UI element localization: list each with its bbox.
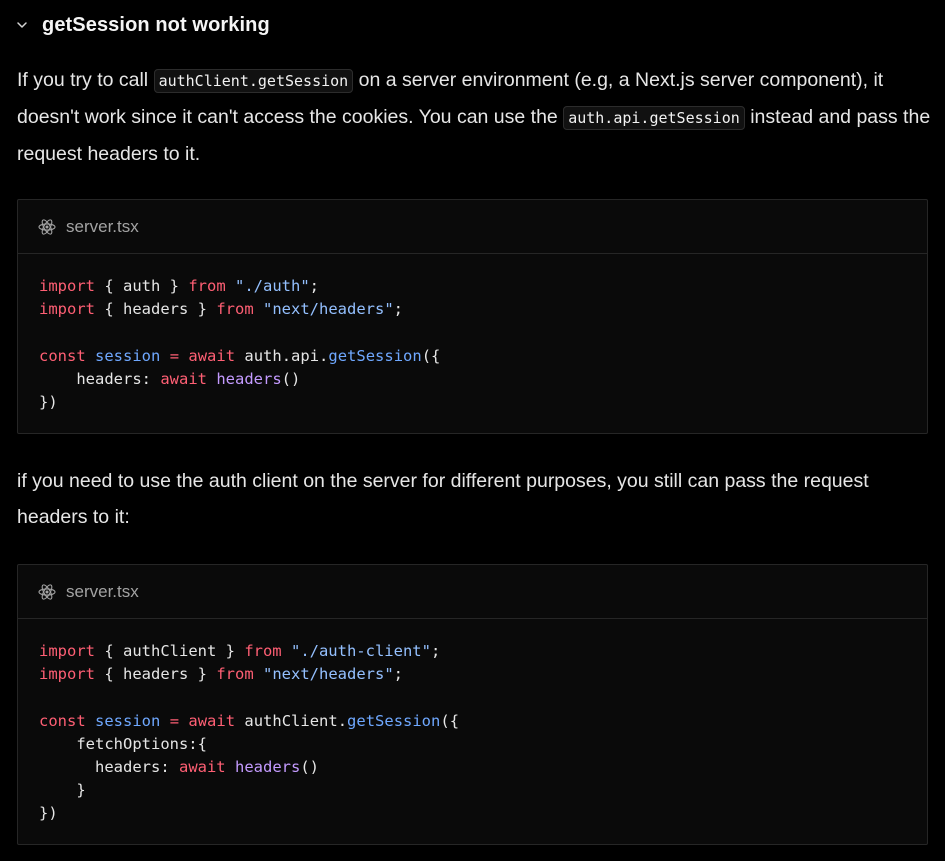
section-toggle[interactable]: getSession not working (14, 9, 270, 41)
code-token: headers (216, 369, 282, 388)
code-token: () (281, 369, 301, 388)
inline-code-auth-api-get-session: auth.api.getSession (563, 106, 745, 130)
code-token: { headers } (95, 665, 217, 684)
code-line: }) (39, 391, 927, 414)
code-token: await (178, 757, 226, 776)
code-token: fetchOptions:{ (39, 734, 207, 753)
code-content: import { authClient } from "./auth-clien… (18, 619, 927, 826)
code-content: import { auth } from "./auth"; import { h… (18, 254, 927, 414)
code-token: getSession (328, 346, 422, 365)
code-token: auth.api. (235, 346, 329, 365)
code-token: await (188, 346, 236, 365)
para1-text-1: If you try to call (17, 69, 154, 91)
code-token: authClient. (235, 711, 348, 730)
code-token: ; (309, 277, 319, 295)
code-block-header: server.tsx (18, 565, 927, 619)
code-token: ; (430, 642, 441, 660)
code-token: from (216, 665, 254, 684)
react-icon (37, 217, 57, 237)
code-token: { headers } (95, 300, 217, 319)
code-line: import { headers } from "next/headers"; (39, 663, 927, 686)
code-token: from (216, 300, 254, 319)
code-token: }) (39, 804, 58, 823)
code-block-header: server.tsx (18, 200, 927, 254)
code-token: } (39, 781, 86, 800)
code-line: import { authClient } from "./auth-clien… (39, 640, 927, 663)
code-token: () (300, 757, 319, 776)
code-token: await (160, 369, 207, 388)
code-token: session (95, 711, 161, 730)
code-line: import { headers } from "next/headers"; (39, 298, 927, 321)
code-filename: server.tsx (66, 581, 139, 601)
code-filename: server.tsx (66, 216, 139, 236)
code-line: headers: await headers() (39, 756, 927, 779)
section-title: getSession not working (42, 13, 270, 36)
code-token: "./auth" (235, 277, 310, 295)
code-token: import (39, 277, 95, 295)
code-token: const (39, 346, 86, 365)
code-token: headers: (39, 369, 161, 388)
code-token: }) (39, 392, 58, 411)
code-token: { auth } (95, 277, 189, 295)
code-token: = (169, 346, 180, 365)
code-line: headers: await headers() (39, 368, 927, 391)
code-token: ; (393, 300, 403, 319)
code-token: from (188, 277, 226, 295)
code-line: const session = await authClient.getSess… (39, 710, 927, 733)
code-token: ({ (421, 346, 441, 365)
code-token: session (95, 346, 161, 365)
code-token: "next/headers" (263, 300, 394, 319)
code-token: const (39, 711, 86, 730)
intro-paragraph: If you try to call authClient.getSession… (17, 62, 932, 172)
code-token: "./auth-client" (290, 642, 431, 660)
code-token: ; (393, 665, 403, 684)
code-block-server-auth-client: server.tsx import { authClient } from ".… (17, 564, 928, 845)
code-token: = (169, 711, 180, 730)
code-token: getSession (347, 711, 441, 730)
code-token: { authClient } (95, 642, 245, 660)
code-line: }) (39, 802, 927, 825)
code-token: import (39, 665, 95, 684)
code-line: const session = await auth.api.getSessio… (39, 345, 927, 368)
code-token: import (39, 642, 95, 660)
code-token: headers: (39, 757, 179, 776)
inline-code-auth-client-get-session: authClient.getSession (153, 69, 354, 93)
code-token: from (244, 642, 282, 660)
react-icon (37, 582, 57, 602)
auth-client-paragraph: if you need to use the auth client on th… (17, 470, 869, 528)
code-line: } (39, 779, 927, 802)
chevron-down-icon (14, 17, 30, 33)
code-token: await (188, 711, 236, 730)
code-token: headers (235, 757, 301, 776)
code-block-server: server.tsx import { auth } from "./auth"… (17, 199, 928, 434)
code-token: import (39, 300, 95, 319)
code-token: ({ (440, 711, 460, 730)
code-line: fetchOptions:{ (39, 733, 927, 756)
code-line: import { auth } from "./auth"; (39, 275, 927, 298)
code-token: "next/headers" (263, 665, 394, 684)
